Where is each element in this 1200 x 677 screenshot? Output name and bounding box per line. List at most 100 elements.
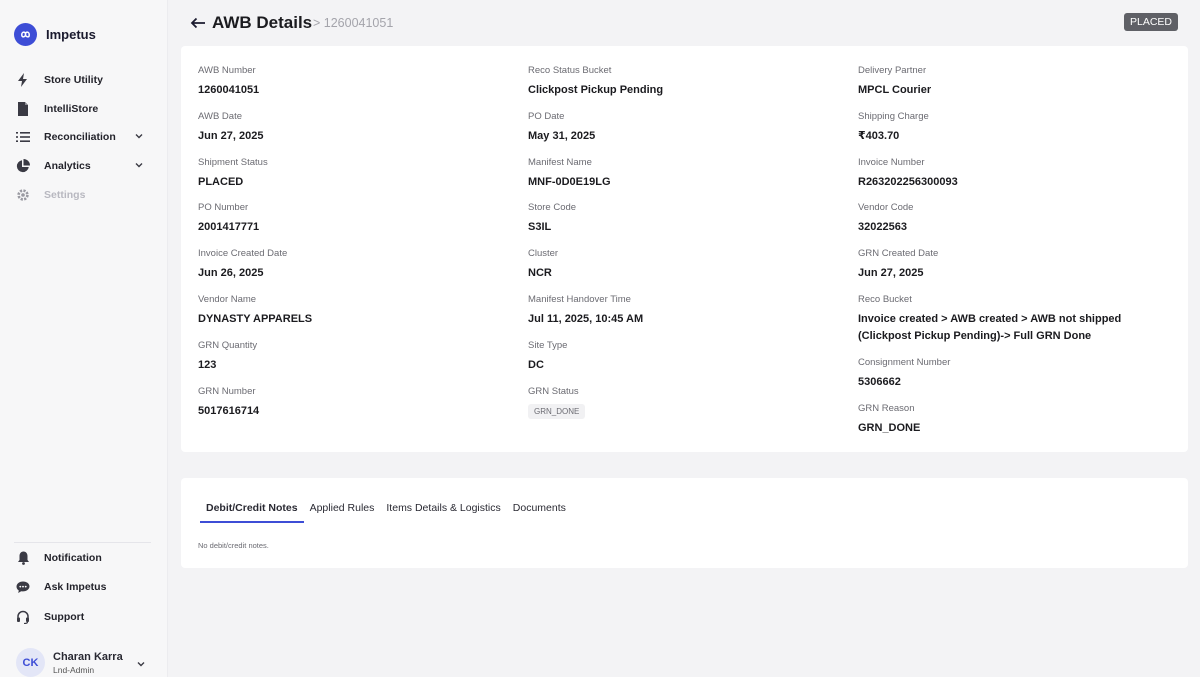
- field-label: Invoice Created Date: [198, 248, 288, 260]
- field-manifest-name: Manifest Name MNF-0D0E19LG: [528, 156, 663, 202]
- field-label: Reco Bucket: [858, 293, 912, 305]
- main-nav: Store Utility IntelliStore Reconciliatio…: [0, 66, 168, 209]
- field-value: S3IL: [528, 221, 552, 234]
- bottom-nav: Notification Ask Impetus Support: [0, 543, 168, 632]
- sidebar-item-label: Ask Impetus: [44, 581, 107, 594]
- field-label: Manifest Name: [528, 156, 592, 168]
- field-value: MPCL Courier: [858, 84, 932, 96]
- field-label: PO Number: [198, 202, 249, 214]
- details-column-1: AWB Number 1260041051 AWB Date Jun 27, 2025…: [198, 64, 312, 430]
- field-invoice-number: Invoice Number R263202256300093: [858, 156, 1158, 202]
- awb-details-card: AWB Number 1260041051 AWB Date Jun 27, 2025…: [181, 46, 1188, 452]
- sidebar-item-label: Settings: [44, 188, 86, 201]
- field-label: Shipping Charge: [858, 110, 929, 122]
- field-value: MNF-0D0E19LG: [528, 175, 611, 188]
- chevron-down-icon[interactable]: [134, 131, 144, 144]
- field-reco-status-bucket: Reco Status Bucket Clickpost Pickup Pendi…: [528, 64, 663, 110]
- sidebar-item-label: Analytics: [44, 160, 91, 173]
- avatar: CK: [16, 648, 45, 677]
- details-column-3: Delivery Partner MPCL Courier Shipping Cha…: [858, 64, 1158, 448]
- brand[interactable]: Impetus: [14, 23, 96, 46]
- field-value: Invoice created > AWB created > AWB not …: [858, 312, 1122, 342]
- sidebar: Impetus Store Utility IntelliStore Recon…: [0, 0, 168, 677]
- sidebar-item-store-utility[interactable]: Store Utility: [0, 66, 168, 95]
- field-site-type: Site Type DC: [528, 339, 663, 385]
- sidebar-item-reconciliation[interactable]: Reconciliation: [0, 123, 168, 152]
- field-label: Consignment Number: [858, 356, 951, 368]
- field-value: 123: [198, 358, 217, 371]
- field-label: Delivery Partner: [858, 65, 927, 76]
- page-title: AWB Details: [212, 13, 313, 32]
- sidebar-item-label: Store Utility: [44, 74, 103, 87]
- status-badge: PLACED: [1123, 13, 1178, 31]
- chat-icon: [15, 579, 31, 595]
- sidebar-item-label: Reconciliation: [44, 131, 116, 144]
- sidebar-item-intellistore[interactable]: IntelliStore: [0, 95, 168, 124]
- sidebar-item-label: IntelliStore: [44, 102, 99, 115]
- field-value: GRN_DONE: [858, 421, 921, 434]
- headset-icon: [15, 609, 31, 625]
- sidebar-item-analytics[interactable]: Analytics: [0, 152, 168, 181]
- chevron-down-icon[interactable]: [134, 160, 144, 173]
- tab-debit-credit-notes[interactable]: Debit/Credit Notes: [200, 502, 304, 523]
- grn-status-tag: GRN_DONE: [528, 403, 586, 419]
- tab-applied-rules[interactable]: Applied Rules: [304, 502, 381, 523]
- field-label: AWB Number: [198, 65, 256, 76]
- field-reco-bucket: Reco Bucket Invoice created > AWB created…: [858, 293, 1158, 356]
- field-grn-quantity: GRN Quantity 123: [198, 339, 312, 385]
- field-po-number: PO Number 2001417771: [198, 201, 312, 247]
- field-label: Manifest Handover Time: [528, 293, 631, 305]
- field-label: Invoice Number: [858, 156, 925, 168]
- field-value: 1260041051: [198, 84, 260, 96]
- field-label: Cluster: [528, 248, 559, 260]
- field-manifest-handover-time: Manifest Handover Time Jul 11, 2025, 10:4…: [528, 293, 663, 339]
- document-icon: [15, 101, 31, 117]
- field-value: Jun 26, 2025: [198, 267, 264, 280]
- field-label: GRN Quantity: [198, 339, 258, 351]
- field-awb-number: AWB Number 1260041051: [198, 64, 312, 110]
- field-cluster: Cluster NCR: [528, 247, 663, 293]
- field-label: Store Code: [528, 202, 577, 214]
- breadcrumb: > 1260041051: [313, 16, 394, 30]
- sidebar-item-label: Support: [44, 610, 85, 623]
- tag-wrapper: GRN_DONE: [528, 399, 663, 419]
- user-role: Lnd-Admin: [53, 664, 95, 675]
- gear-icon: [15, 187, 31, 203]
- chevron-down-icon[interactable]: [136, 656, 146, 674]
- sidebar-item-ask-impetus[interactable]: Ask Impetus: [0, 573, 168, 603]
- field-label: PO Date: [528, 110, 565, 122]
- field-value: Jun 27, 2025: [198, 129, 264, 142]
- field-value: 5306662: [858, 375, 901, 388]
- field-value: 32022563: [858, 221, 907, 234]
- field-invoice-created-date: Invoice Created Date Jun 26, 2025: [198, 247, 312, 293]
- impetus-logo-icon: [14, 23, 37, 46]
- user-profile[interactable]: CK Charan Karra Lnd-Admin: [16, 648, 123, 677]
- tab-items-details-logistics[interactable]: Items Details & Logistics: [380, 502, 506, 523]
- user-name: Charan Karra: [53, 650, 123, 663]
- field-label: AWB Date: [198, 110, 242, 122]
- back-arrow-icon[interactable]: [190, 14, 208, 32]
- sidebar-item-notification[interactable]: Notification: [0, 543, 168, 573]
- field-value: Jun 27, 2025: [858, 267, 924, 280]
- field-grn-reason: GRN Reason GRN_DONE: [858, 402, 1158, 448]
- field-value: PLACED: [198, 175, 244, 188]
- field-label: GRN Created Date: [858, 248, 939, 260]
- field-value: NCR: [528, 267, 552, 280]
- field-grn-number: GRN Number 5017616714: [198, 385, 312, 431]
- field-vendor-name: Vendor Name DYNASTY APPARELS: [198, 293, 312, 339]
- field-vendor-code: Vendor Code 32022563: [858, 201, 1158, 247]
- field-label: Vendor Code: [858, 202, 914, 214]
- sidebar-item-settings[interactable]: Settings: [0, 180, 168, 209]
- field-value: DC: [528, 358, 544, 371]
- field-value: ₹403.70: [858, 129, 900, 142]
- pie-chart-icon: [15, 158, 31, 174]
- field-value: DYNASTY APPARELS: [198, 312, 313, 325]
- empty-state-message: No debit/credit notes.: [198, 541, 269, 550]
- tabs-card: Debit/Credit Notes Applied Rules Items D…: [181, 478, 1188, 568]
- field-shipping-charge: Shipping Charge ₹403.70: [858, 110, 1158, 156]
- details-column-2: Reco Status Bucket Clickpost Pickup Pendi…: [528, 64, 663, 430]
- tab-documents[interactable]: Documents: [507, 502, 572, 523]
- sidebar-item-support[interactable]: Support: [0, 602, 168, 632]
- field-value: R263202256300093: [858, 175, 958, 188]
- field-store-code: Store Code S3IL: [528, 201, 663, 247]
